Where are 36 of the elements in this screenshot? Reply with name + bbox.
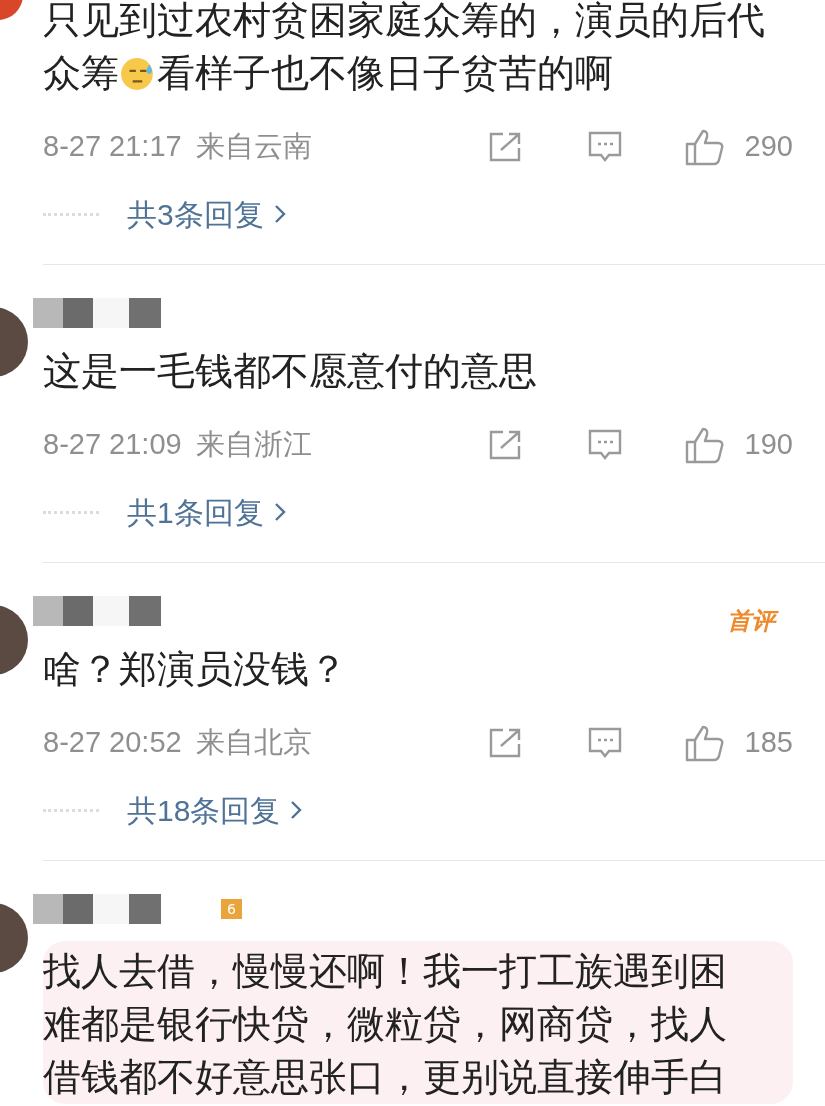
comment-text: 啥？郑演员没钱？: [43, 646, 348, 693]
blurred-username[interactable]: [33, 596, 161, 626]
dots-icon: [43, 808, 99, 812]
view-replies-link[interactable]: 共3条回复: [127, 191, 286, 237]
comment-time: 8-27 21:17: [43, 129, 182, 165]
blurred-username[interactable]: [33, 894, 161, 924]
share-icon[interactable]: [487, 727, 523, 759]
thumbs-up-icon[interactable]: [685, 426, 725, 464]
chevron-right-icon: [290, 800, 303, 820]
view-replies-link[interactable]: 共18条回复: [127, 787, 303, 833]
comment-icon[interactable]: [587, 130, 623, 164]
thumbs-up-icon[interactable]: [685, 128, 725, 166]
comment-text: 找人去借，慢慢还啊！我一打工族遇到困难都是银行快贷，微粒贷，网商贷，找人借钱都不好意思张口，更别说直接伸手白: [43, 941, 793, 1104]
thumbs-up-icon[interactable]: [685, 724, 725, 762]
share-icon[interactable]: [487, 131, 523, 163]
comment-text: 只见到过农村贫困家庭众筹的，演员的后代众筹 看样子也不像日子贫苦的啊: [43, 0, 766, 97]
like-count: 290: [743, 129, 793, 165]
dots-icon: [43, 510, 99, 514]
share-icon[interactable]: [487, 429, 523, 461]
comment-location: 来自浙江: [195, 427, 312, 463]
comment-time: 8-27 21:09: [43, 427, 182, 463]
sweat-emoji-icon: [120, 56, 156, 92]
like-count: 185: [743, 725, 793, 761]
dots-icon: [43, 212, 99, 216]
comment-location: 来自北京: [195, 725, 312, 761]
chevron-right-icon: [273, 502, 286, 522]
comment-icon[interactable]: [587, 726, 623, 760]
like-count: 190: [743, 427, 793, 463]
view-replies-link[interactable]: 共1条回复: [127, 489, 286, 535]
comment-icon[interactable]: [587, 428, 623, 462]
blurred-username[interactable]: [33, 298, 161, 328]
comment-location: 来自云南: [195, 129, 312, 165]
chevron-right-icon: [273, 204, 286, 224]
comment-time: 8-27 20:52: [43, 725, 182, 761]
comment-text: 这是一毛钱都不愿意付的意思: [43, 348, 538, 395]
level-badge: 6: [221, 899, 242, 919]
